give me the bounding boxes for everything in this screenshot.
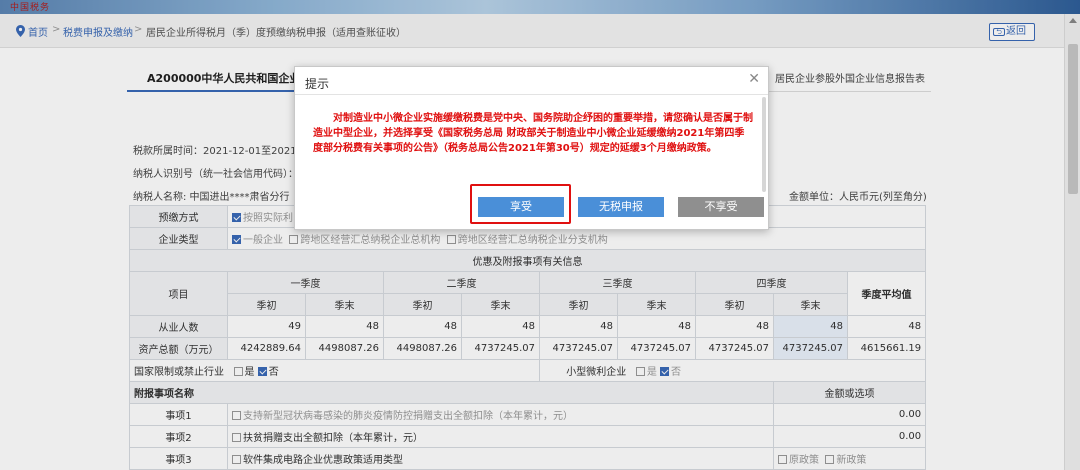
close-icon[interactable]: ✕ [748, 71, 760, 87]
prompt-dialog: 提示 ✕ 对制造业中小微企业实施缓缴税费是党中央、国务院助企纾困的重要举措，请您… [294, 66, 769, 230]
no-tax-declare-button[interactable]: 无税申报 [578, 197, 664, 217]
dialog-scrollbar[interactable] [762, 97, 766, 192]
dialog-divider [295, 94, 768, 95]
decline-button[interactable]: 不享受 [678, 197, 764, 217]
enjoy-button[interactable]: 享受 [478, 197, 564, 217]
dialog-message: 对制造业中小微企业实施缓缴税费是党中央、国务院助企纾困的重要举措，请您确认是否属… [313, 113, 753, 154]
dialog-title: 提示 [305, 77, 330, 91]
